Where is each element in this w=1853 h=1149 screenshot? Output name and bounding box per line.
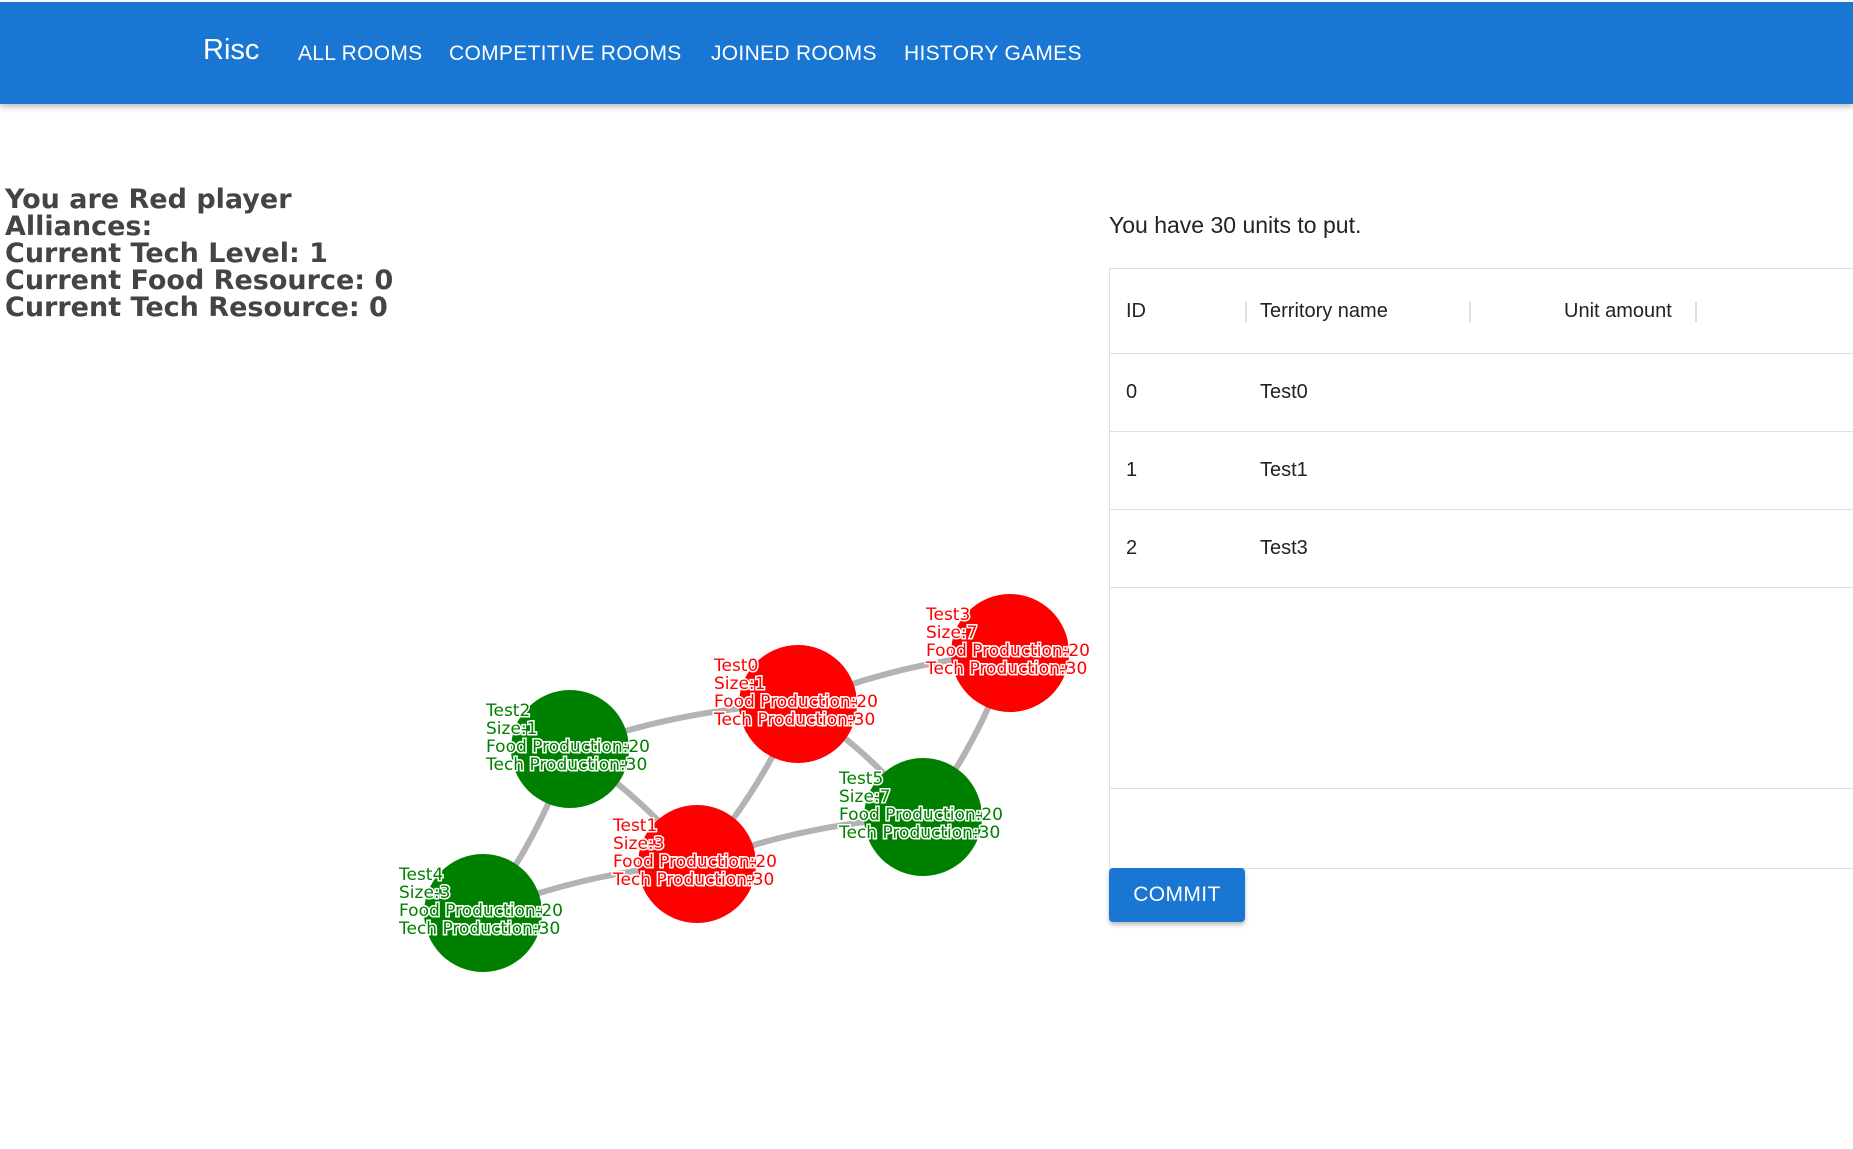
placement-table: ID Territory name Unit amount 0 Test0 1 … (1109, 268, 1853, 869)
food-resource-text: Current Food Resource: 0 (5, 265, 394, 296)
territory-label-size: Size:3 (399, 883, 450, 903)
tech-resource-text: Current Tech Resource: 0 (5, 292, 388, 323)
column-separator[interactable] (1245, 302, 1247, 322)
territory-label-food: Food Production:20 (399, 901, 563, 921)
territory-map[interactable]: Test0Size:1Food Production:20Tech Produc… (380, 570, 1120, 990)
territory-node-test4[interactable]: Test4Size:3Food Production:20Tech Produc… (397, 854, 564, 972)
table-row[interactable]: 0 Test0 (1110, 354, 1853, 432)
nav-all-rooms[interactable]: ALL ROOMS (298, 42, 422, 66)
row-id: 0 (1126, 381, 1138, 403)
territory-node-test1[interactable]: Test1Size:3Food Production:20Tech Produc… (611, 805, 778, 923)
territory-label-tech: Tech Production:30 (925, 659, 1087, 679)
alliances-text: Alliances: (5, 211, 153, 242)
column-header-territory[interactable]: Territory name (1260, 300, 1388, 323)
territory-label-name: Test3 (925, 605, 970, 625)
territory-label-tech: Tech Production:30 (398, 919, 560, 939)
territory-node-test5[interactable]: Test5Size:7Food Production:20Tech Produc… (837, 758, 1004, 876)
nav-history-games[interactable]: HISTORY GAMES (904, 42, 1082, 66)
brand-title[interactable]: Risc (203, 34, 259, 67)
column-header-unit-amount[interactable]: Unit amount (1564, 300, 1672, 323)
territory-label-tech: Tech Production:30 (485, 755, 647, 775)
units-remaining-message: You have 30 units to put. (1109, 212, 1362, 238)
table-header: ID Territory name Unit amount (1110, 269, 1853, 354)
territory-label-food: Food Production:20 (714, 692, 878, 712)
territory-label-size: Size:3 (613, 834, 664, 854)
territory-label-size: Size:7 (839, 787, 890, 807)
row-territory-name: Test3 (1260, 537, 1308, 559)
territory-node-test3[interactable]: Test3Size:7Food Production:20Tech Produc… (924, 594, 1091, 712)
row-id: 1 (1126, 459, 1138, 481)
row-territory-name: Test0 (1260, 381, 1308, 403)
territory-label-name: Test5 (838, 769, 883, 789)
territory-label-name: Test4 (398, 865, 443, 885)
nav-competitive-rooms[interactable]: COMPETITIVE ROOMS (449, 42, 682, 66)
territory-label-size: Size:1 (486, 719, 537, 739)
app-bar: Risc ALL ROOMS COMPETITIVE ROOMS JOINED … (0, 2, 1853, 104)
row-id: 2 (1126, 537, 1138, 559)
table-row[interactable]: 1 Test1 (1110, 432, 1853, 510)
column-header-id[interactable]: ID (1126, 300, 1146, 323)
commit-button[interactable]: COMMIT (1109, 868, 1245, 922)
row-territory-name: Test1 (1260, 459, 1308, 481)
tech-level-text: Current Tech Level: 1 (5, 238, 328, 269)
territory-label-name: Test1 (612, 816, 657, 836)
column-separator[interactable] (1469, 302, 1471, 322)
territory-label-tech: Tech Production:30 (838, 823, 1000, 843)
territory-label-size: Size:1 (714, 674, 765, 694)
nav-joined-rooms[interactable]: JOINED ROOMS (711, 42, 877, 66)
territory-label-name: Test2 (485, 701, 530, 721)
territory-label-size: Size:7 (926, 623, 977, 643)
column-separator[interactable] (1695, 302, 1697, 322)
map-nodes: Test0Size:1Food Production:20Tech Produc… (397, 594, 1091, 972)
territory-label-food: Food Production:20 (926, 641, 1090, 661)
territory-label-tech: Tech Production:30 (612, 870, 774, 890)
player-info: You are Red player Alliances: Current Te… (5, 186, 393, 321)
territory-label-food: Food Production:20 (613, 852, 777, 872)
table-footer-divider (1110, 788, 1853, 789)
territory-label-food: Food Production:20 (486, 737, 650, 757)
player-color-text: You are Red player (5, 184, 292, 215)
territory-label-name: Test0 (713, 656, 758, 676)
table-row[interactable]: 2 Test3 (1110, 510, 1853, 588)
territory-label-tech: Tech Production:30 (713, 710, 875, 730)
territory-label-food: Food Production:20 (839, 805, 1003, 825)
